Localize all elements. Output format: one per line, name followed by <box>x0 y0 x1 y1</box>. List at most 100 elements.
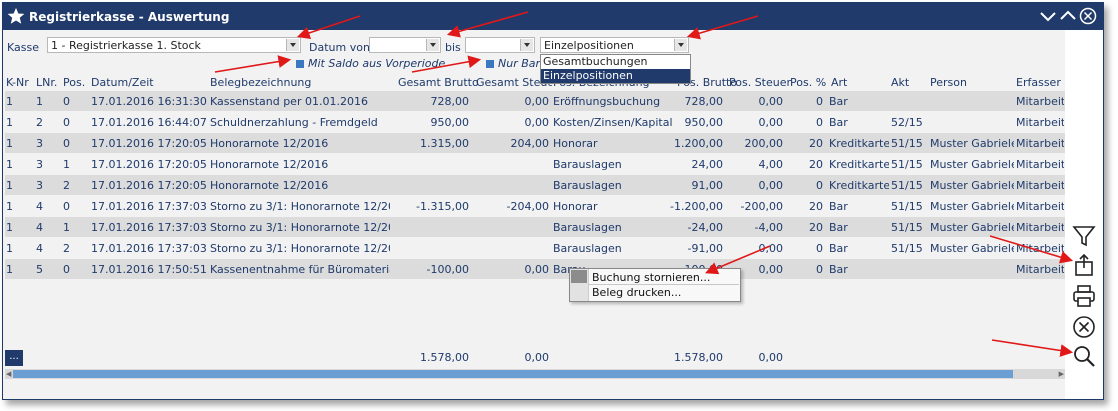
table-row[interactable]: 1 4 2 17.01.2016 17:37:03 Storno zu 3/1: Hon… <box>5 238 1065 258</box>
table-row[interactable]: 1 1 0 17.01.2016 16:31:30 Kassenstand per 01… <box>5 91 1065 111</box>
col-header[interactable]: Akt <box>891 76 909 89</box>
cell-datum-zeit: 17.01.2016 17:37:03 <box>91 242 207 255</box>
cell-pos: 2 <box>63 242 70 255</box>
cell-person: Muster Gabriele <box>930 221 1014 234</box>
mode-select-value: Einzelpositionen <box>544 39 634 52</box>
cell-k-nr: 1 <box>6 263 13 276</box>
cell-pos-brutto: 728,00 <box>684 95 724 108</box>
star-icon <box>7 7 25 24</box>
col-header[interactable]: Art <box>831 76 847 89</box>
chevron-down-icon[interactable] <box>674 39 687 51</box>
cell-k-nr: 1 <box>6 242 13 255</box>
dropdown-option-gesamtbuchungen[interactable]: Gesamtbuchungen <box>541 55 690 69</box>
cell-person: Muster Gabriele <box>930 242 1014 255</box>
scroll-right-icon[interactable]: ▶ <box>1059 370 1064 378</box>
cell-datum-zeit: 17.01.2016 16:44:07 <box>91 116 207 129</box>
scroll-left-icon[interactable]: ◀ <box>6 370 11 378</box>
col-header[interactable]: LNr. <box>36 76 57 89</box>
menu-separator <box>588 284 739 285</box>
mode-dropdown-list: Gesamtbuchungen Einzelpositionen <box>540 54 691 84</box>
filter-icon[interactable] <box>1071 223 1097 249</box>
checkbox-icon[interactable] <box>486 60 494 68</box>
col-header[interactable]: Person <box>930 76 967 89</box>
cell-pos-steuer: 4,00 <box>758 158 784 171</box>
cell-gesamt-steuer: 204,00 <box>510 137 550 150</box>
col-header[interactable]: Belegbezeichnung <box>210 76 311 89</box>
bis-field[interactable] <box>465 37 535 53</box>
total-pos-steuer: 0,00 <box>758 351 784 364</box>
cell-erfasser: Mitarbeite <box>1016 221 1064 234</box>
cell-k-nr: 1 <box>6 137 13 150</box>
cell-gesamt-steuer: 0,00 <box>524 95 550 108</box>
context-menu-icon-column <box>570 269 589 301</box>
cell-pos-steuer: 200,00 <box>744 137 784 150</box>
chevron-down-icon[interactable] <box>426 39 439 51</box>
cell-pos-prozent: 0 <box>816 242 823 255</box>
cell-pos-brutto: 91,00 <box>691 179 724 192</box>
cell-pos-brutto: 950,00 <box>684 116 724 129</box>
cell-pos-steuer: 0,00 <box>758 116 784 129</box>
close-icon[interactable] <box>1079 7 1097 25</box>
cell-akt: 51/15 <box>891 242 923 255</box>
cell-datum-zeit: 17.01.2016 17:20:05 <box>91 179 207 192</box>
cell-l-nr: 1 <box>36 95 43 108</box>
search-icon[interactable] <box>1071 343 1097 369</box>
cell-l-nr: 4 <box>36 221 43 234</box>
cell-pos: 0 <box>63 200 70 213</box>
cell-erfasser: Mitarbeite <box>1016 116 1064 129</box>
cell-belegbezeichnung: Honorarnote 12/2016 <box>210 158 329 171</box>
print-icon[interactable] <box>1071 283 1097 309</box>
cell-person: Muster Gabriele <box>930 179 1014 192</box>
chevron-down-icon[interactable] <box>520 39 533 51</box>
datum-von-field[interactable] <box>369 37 441 53</box>
cell-l-nr: 4 <box>36 200 43 213</box>
data-grid: K-Nr LNr. Pos. Datum/Zeit Belegbezeichnu… <box>5 73 1065 369</box>
col-header[interactable]: Pos. <box>63 76 85 89</box>
mode-select[interactable]: Einzelpositionen <box>540 37 689 53</box>
table-row[interactable]: 1 4 1 17.01.2016 17:37:03 Storno zu 3/1: Hon… <box>5 217 1065 237</box>
kasse-select[interactable]: 1 - Registrierkasse 1. Stock <box>47 37 301 53</box>
cell-erfasser: Mitarbeite <box>1016 200 1064 213</box>
cell-datum-zeit: 17.01.2016 17:20:05 <box>91 158 207 171</box>
col-header[interactable]: K-Nr <box>6 76 29 89</box>
table-row[interactable]: 1 5 0 17.01.2016 17:50:51 Kassenentnahme für… <box>5 259 1065 279</box>
chevron-up-icon[interactable] <box>1059 7 1077 25</box>
scrollbar-thumb[interactable] <box>13 370 1013 378</box>
col-header[interactable]: Pos. % <box>790 76 826 89</box>
col-header[interactable]: Erfasser <box>1016 76 1061 89</box>
cell-pos: 0 <box>63 116 70 129</box>
table-row[interactable]: 1 2 0 17.01.2016 16:44:07 Schuldnerzahlung -… <box>5 112 1065 132</box>
dropdown-option-einzelpositionen[interactable]: Einzelpositionen <box>541 69 690 83</box>
cell-gesamt-steuer: -204,00 <box>506 200 549 213</box>
chevron-down-icon[interactable] <box>1039 7 1057 25</box>
col-header[interactable]: Datum/Zeit <box>91 76 154 89</box>
table-row[interactable]: 1 3 0 17.01.2016 17:20:05 Honorarnote 12/201… <box>5 133 1065 153</box>
cell-art: Kreditkarte <box>829 179 889 192</box>
table-row[interactable]: 1 3 1 17.01.2016 17:20:05 Honorarnote 12/201… <box>5 154 1065 174</box>
cell-pos-brutto: 24,00 <box>691 158 724 171</box>
cell-k-nr: 1 <box>6 95 13 108</box>
cell-akt: 51/15 <box>891 200 923 213</box>
horizontal-scrollbar[interactable]: ◀ ▶ <box>5 369 1065 379</box>
cancel-icon[interactable] <box>1071 314 1097 340</box>
chevron-down-icon[interactable] <box>286 39 299 51</box>
col-header[interactable]: Gesamt Brutto <box>398 76 479 89</box>
table-row[interactable]: 1 4 0 17.01.2016 17:37:03 Storno zu 3/1: Hon… <box>5 196 1065 216</box>
table-row[interactable]: 1 3 2 17.01.2016 17:20:05 Honorarnote 12/201… <box>5 175 1065 195</box>
menu-item-buchung-stornieren[interactable]: Buchung stornieren... <box>592 271 710 284</box>
cell-art: Bar <box>829 116 848 129</box>
datum-von-label: Datum von <box>309 41 370 54</box>
cell-art: Kreditkarte <box>829 137 889 150</box>
kasse-select-value: 1 - Registrierkasse 1. Stock <box>51 39 201 52</box>
export-icon[interactable] <box>1071 252 1097 278</box>
menu-item-beleg-drucken[interactable]: Beleg drucken... <box>592 286 681 299</box>
cell-person: Muster Gabriele <box>930 137 1014 150</box>
cell-pos-prozent: 0 <box>816 95 823 108</box>
barz-checkbox[interactable]: Nur Barz <box>486 57 546 70</box>
cell-pos: 2 <box>63 179 70 192</box>
col-header[interactable]: Pos. Steuer <box>729 76 791 89</box>
checkbox-icon[interactable] <box>296 60 304 68</box>
cell-pos-brutto: -91,00 <box>687 242 723 255</box>
saldo-checkbox[interactable]: Mit Saldo aus Vorperiode <box>296 57 445 70</box>
cell-pos-steuer: -200,00 <box>740 200 783 213</box>
